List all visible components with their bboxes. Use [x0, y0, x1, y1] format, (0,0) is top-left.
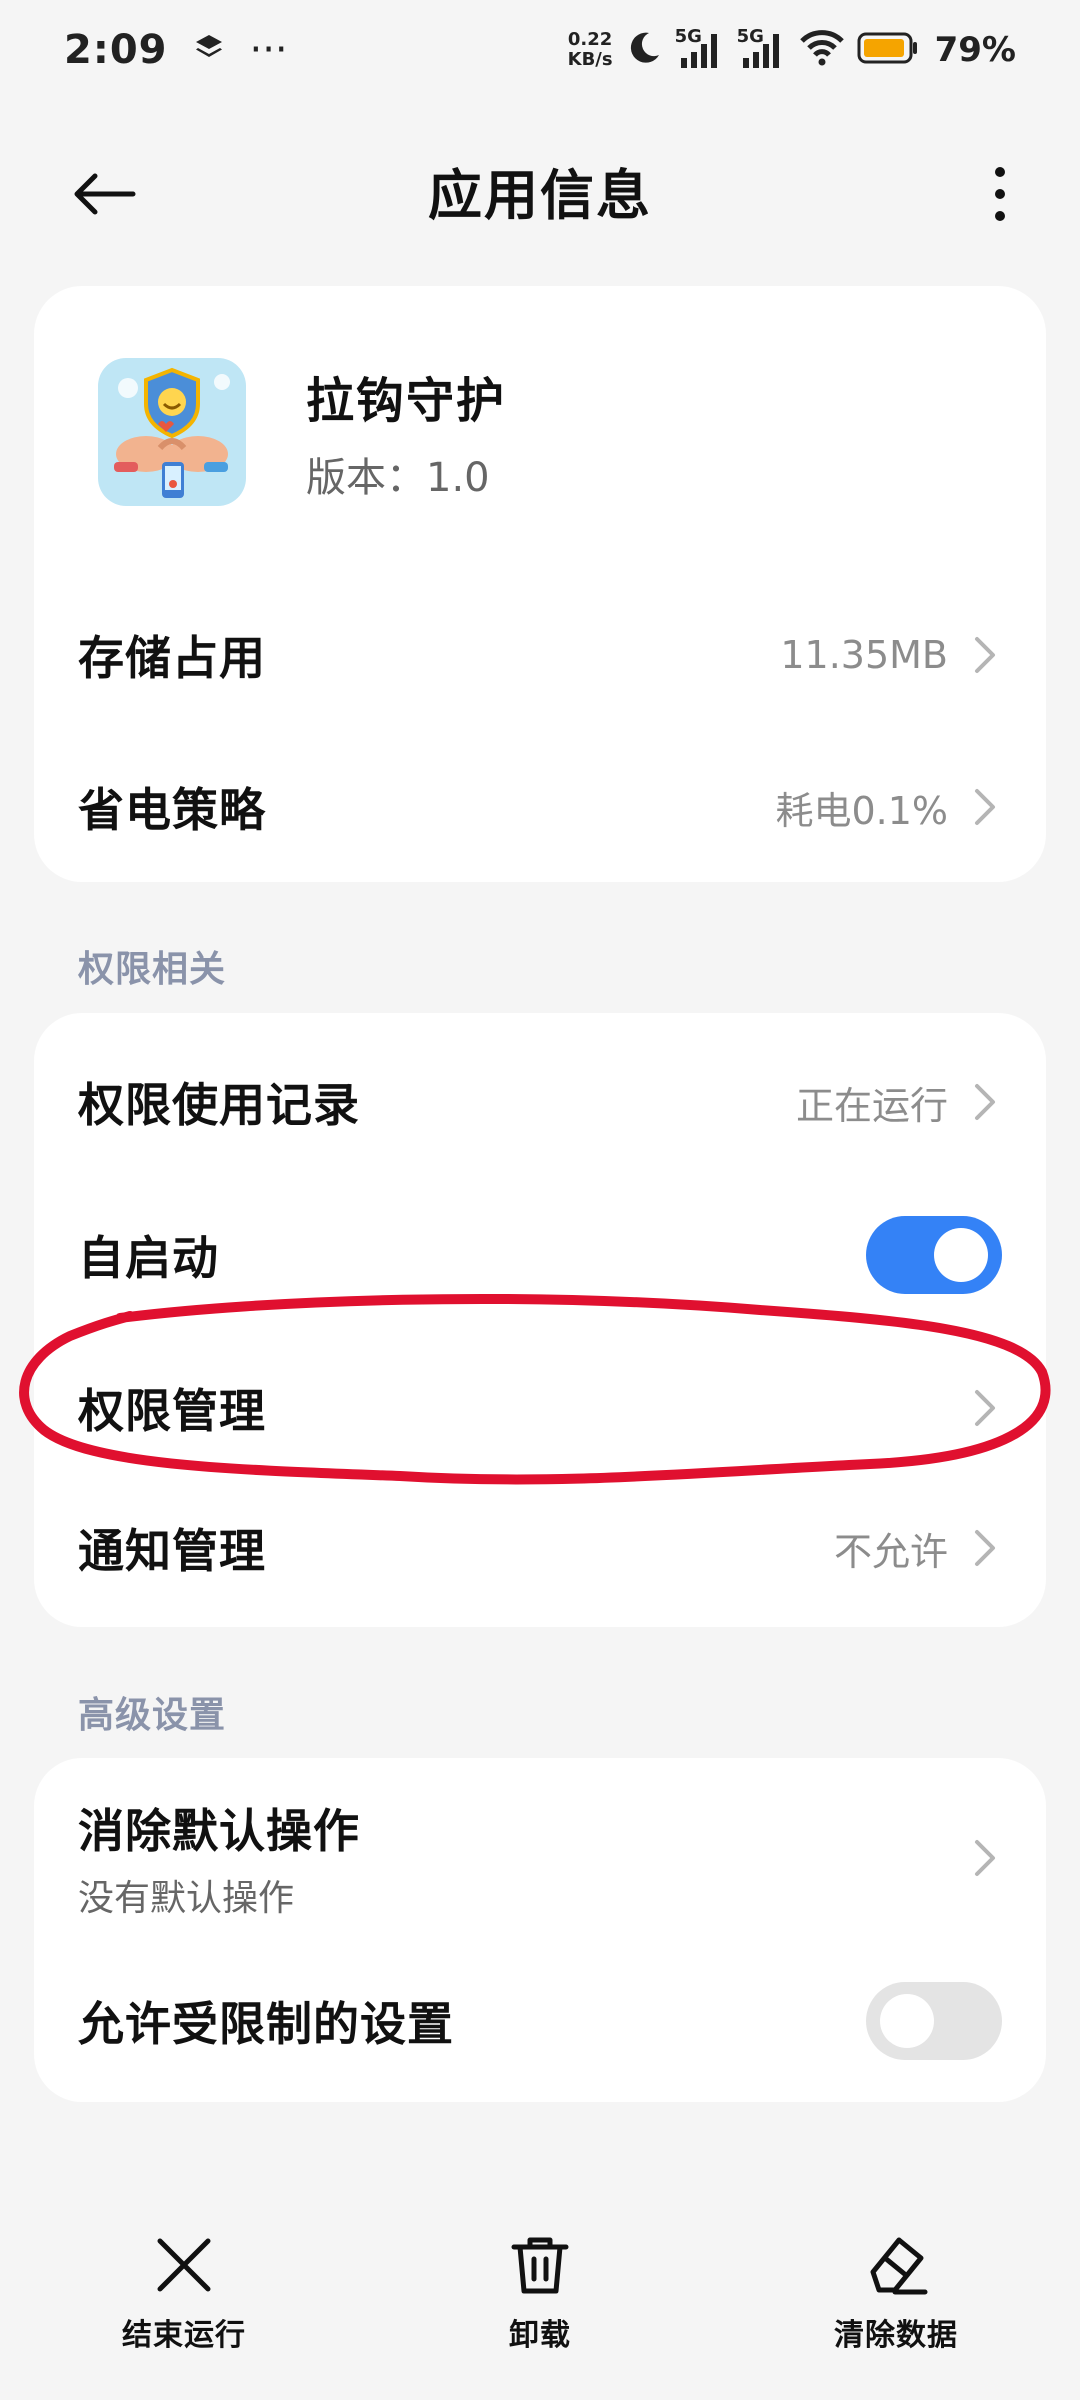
autostart-toggle[interactable]: [866, 1216, 1002, 1294]
notification-manage-right: 不允许: [834, 1521, 1002, 1576]
storage-right: 11.35MB: [780, 630, 1002, 680]
permission-usage-right: 正在运行: [796, 1075, 1002, 1130]
moon-icon: [625, 29, 663, 71]
restricted-settings-label: 允许受限制的设置: [78, 1997, 454, 2051]
permissions-card: 权限使用记录 正在运行 自启动 权限管理 通知管理 不允许: [34, 1013, 1046, 1627]
permission-usage-value: 正在运行: [795, 1083, 948, 1128]
clear-defaults-text: 消除默认操作 没有默认操作: [78, 1795, 360, 1921]
app-header: 拉钩守护 版本：1.0: [98, 358, 506, 506]
overflow-indicator: ···: [249, 27, 288, 73]
layers-icon: [192, 31, 226, 69]
chevron-right-icon: [968, 1833, 1002, 1883]
net-speed-value: 0.22: [567, 29, 613, 50]
section-header-permissions: 权限相关: [78, 949, 227, 990]
uninstall-button[interactable]: 卸载: [430, 2230, 650, 2354]
close-icon: [149, 2230, 219, 2300]
chevron-right-icon: [968, 630, 1002, 680]
notification-manage-value: 不允许: [833, 1529, 948, 1574]
app-version: 版本：1.0: [306, 455, 490, 501]
permission-manage-right: [968, 1383, 1002, 1433]
chevron-right-icon: [968, 1523, 1002, 1573]
clear-data-label: 清除数据: [834, 2318, 958, 2353]
notification-manage-row[interactable]: 通知管理 不允许: [34, 1473, 1046, 1623]
toggle-knob: [880, 1994, 934, 2048]
app-text: 拉钩守护 版本：1.0: [306, 361, 506, 503]
permission-usage-label: 权限使用记录: [78, 1078, 360, 1132]
app-bar: 应用信息: [0, 120, 1080, 260]
storage-row[interactable]: 存储占用 11.35MB: [34, 580, 1046, 730]
battery-saver-value: 耗电0.1%: [775, 788, 948, 833]
notification-manage-label: 通知管理: [78, 1524, 266, 1578]
restricted-settings-row: 允许受限制的设置: [34, 1946, 1046, 2096]
clear-defaults-sub: 没有默认操作: [78, 1878, 295, 1919]
uninstall-label: 卸载: [509, 2318, 571, 2353]
net-speed: 0.22 KB/s: [568, 30, 613, 70]
app-name: 拉钩守护: [306, 373, 507, 429]
net-speed-unit: KB/s: [567, 49, 613, 70]
more-vertical-icon: [995, 167, 1005, 221]
wifi-icon: [799, 29, 845, 71]
app-info-page: 2:09 ··· 0.22 KB/s 5G 5G 79% 应用信息 拉钩守护 版…: [0, 0, 1080, 2400]
eraser-icon: [861, 2230, 931, 2300]
section-header-advanced: 高级设置: [78, 1695, 227, 1736]
signal-icon: 5G: [675, 26, 725, 72]
trash-icon: [505, 2230, 575, 2300]
back-button[interactable]: [64, 154, 144, 234]
status-right: 0.22 KB/s 5G 5G 79%: [568, 26, 1016, 72]
chevron-right-icon: [968, 1077, 1002, 1127]
app-logo: [98, 358, 246, 506]
status-left: 2:09 ···: [64, 27, 288, 73]
app-summary-card: 拉钩守护 版本：1.0 存储占用 11.35MB 省电策略 耗电0.1%: [34, 286, 1046, 882]
back-arrow-icon: [74, 173, 136, 215]
clear-defaults-row[interactable]: 消除默认操作 没有默认操作: [34, 1778, 1046, 1938]
clear-defaults-label: 消除默认操作: [78, 1804, 360, 1858]
permission-manage-row[interactable]: 权限管理: [34, 1333, 1046, 1483]
permission-usage-row[interactable]: 权限使用记录 正在运行: [34, 1027, 1046, 1177]
permission-manage-label: 权限管理: [78, 1384, 266, 1438]
storage-value: 11.35MB: [780, 633, 948, 677]
battery-percent: 79%: [934, 30, 1016, 70]
autostart-row: 自启动: [34, 1180, 1046, 1330]
chevron-right-icon: [968, 782, 1002, 832]
status-time: 2:09: [64, 27, 168, 73]
battery-icon: [857, 31, 919, 69]
battery-saver-label: 省电策略: [78, 783, 266, 837]
restricted-settings-toggle[interactable]: [866, 1982, 1002, 2060]
status-bar: 2:09 ··· 0.22 KB/s 5G 5G 79%: [0, 0, 1080, 100]
signal-icon-2: 5G: [737, 26, 787, 72]
chevron-right-icon: [968, 1383, 1002, 1433]
toggle-knob: [934, 1228, 988, 1282]
battery-saver-right: 耗电0.1%: [775, 780, 1002, 835]
advanced-card: 消除默认操作 没有默认操作 允许受限制的设置: [34, 1758, 1046, 2102]
force-stop-label: 结束运行: [122, 2318, 246, 2353]
force-stop-button[interactable]: 结束运行: [74, 2230, 294, 2354]
battery-saver-row[interactable]: 省电策略 耗电0.1%: [34, 732, 1046, 882]
more-options-button[interactable]: [960, 154, 1040, 234]
clear-data-button[interactable]: 清除数据: [786, 2230, 1006, 2354]
storage-label: 存储占用: [78, 631, 266, 685]
bottom-action-bar: 结束运行 卸载 清除数据: [0, 2230, 1080, 2380]
autostart-label: 自启动: [78, 1231, 219, 1285]
page-title: 应用信息: [428, 163, 652, 227]
